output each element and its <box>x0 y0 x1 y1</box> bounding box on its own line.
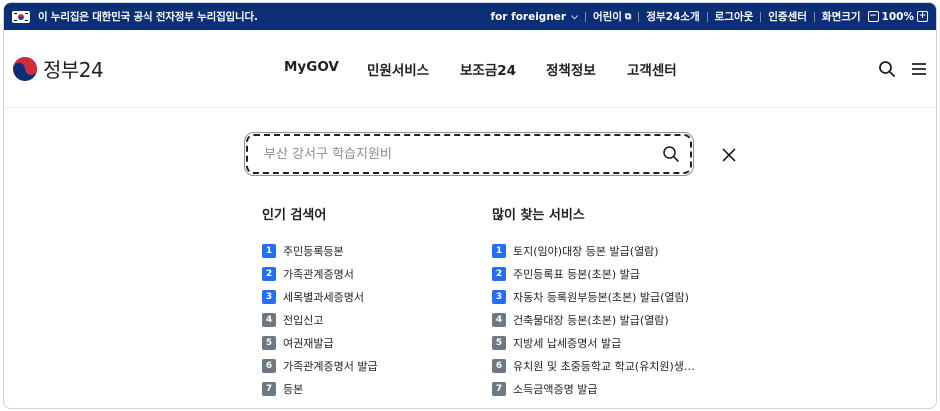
foreigner-link[interactable]: for foreigner ⌵ <box>484 11 585 23</box>
nav-subsidy24[interactable]: 보조금24 <box>460 59 546 79</box>
search-box <box>244 132 694 176</box>
rank-badge: 5 <box>262 335 276 350</box>
list-item[interactable]: 2 가족관계증명서 <box>262 262 462 285</box>
search-input[interactable] <box>264 146 662 162</box>
zoom-out-button[interactable]: − <box>867 11 879 22</box>
rank-badge: 4 <box>492 312 506 327</box>
popular-keywords: 인기 검색어 1 주민등록등본 2 가족관계증명서 3 세목별과세증명서 4 전입신고 … <box>262 204 462 400</box>
chevron-down-icon: ⌵ <box>571 11 578 22</box>
rank-badge: 6 <box>492 358 506 373</box>
kids-link[interactable]: 어린이 ⧉ <box>586 9 638 24</box>
cert-center-link[interactable]: 인증센터 <box>761 9 814 24</box>
list-item[interactable]: 7 등본 <box>262 377 462 400</box>
list-item[interactable]: 1 토지(임야)대장 등본 발급(열람) <box>492 239 712 262</box>
list-item[interactable]: 7 소득금액증명 발급 <box>492 377 712 400</box>
frequent-services: 많이 찾는 서비스 1 토지(임야)대장 등본 발급(열람) 2 주민등록표 등본(… <box>492 204 712 400</box>
list-item[interactable]: 1 주민등록등본 <box>262 239 462 262</box>
utility-links: for foreigner ⌵ 어린이 ⧉ 정부24소개 로그아웃 인증센터 화… <box>484 9 928 24</box>
main-nav: MyGOV 민원서비스 보조금24 정책정보 고객센터 <box>284 59 707 79</box>
nav-civil-service[interactable]: 민원서비스 <box>367 59 460 79</box>
menu-icon[interactable] <box>910 60 928 78</box>
rank-badge: 3 <box>492 289 506 304</box>
logo-text: 정부24 <box>43 58 104 82</box>
rank-badge: 7 <box>262 381 276 396</box>
rank-badge: 5 <box>492 335 506 350</box>
search-submit-icon[interactable] <box>662 145 680 163</box>
gov24-logo-icon <box>13 56 37 81</box>
nav-mygov[interactable]: MyGOV <box>284 59 367 79</box>
korea-flag-icon <box>12 10 30 23</box>
zoom-level: 100% <box>881 10 914 23</box>
list-item[interactable]: 2 주민등록표 등본(초본) 발급 <box>492 262 712 285</box>
page-frame: 이 누리집은 대한민국 공식 전자정부 누리집입니다. for foreigne… <box>3 2 937 409</box>
site-header: 정부24 MyGOV 민원서비스 보조금24 정책정보 고객센터 <box>4 30 936 108</box>
list-item[interactable]: 4 전입신고 <box>262 308 462 331</box>
list-item[interactable]: 4 건축물대장 등본(초본) 발급(열람) <box>492 308 712 331</box>
rank-badge: 3 <box>262 289 276 304</box>
search-icon[interactable] <box>878 60 896 78</box>
popular-title: 인기 검색어 <box>262 208 327 223</box>
logout-link[interactable]: 로그아웃 <box>708 9 761 24</box>
rank-badge: 6 <box>262 358 276 373</box>
external-link-icon: ⧉ <box>624 11 632 22</box>
list-item[interactable]: 6 가족관계증명서 발급 <box>262 354 462 377</box>
screen-size-label: 화면크기 <box>821 11 861 23</box>
zoom-control: − 100% + <box>861 11 928 23</box>
list-item[interactable]: 3 세목별과세증명서 <box>262 285 462 308</box>
rank-badge: 2 <box>492 266 506 281</box>
nav-customer-center[interactable]: 고객센터 <box>627 59 707 79</box>
nav-policy-info[interactable]: 정책정보 <box>546 59 627 79</box>
frequent-title: 많이 찾는 서비스 <box>492 208 585 223</box>
rank-badge: 7 <box>492 381 506 396</box>
rank-badge: 1 <box>262 243 276 258</box>
list-item[interactable]: 6 유치원 및 초중등학교 학교(유치원)생… <box>492 354 712 377</box>
rank-badge: 2 <box>262 266 276 281</box>
list-item[interactable]: 5 여권재발급 <box>262 331 462 354</box>
official-notice: 이 누리집은 대한민국 공식 전자정부 누리집입니다. <box>38 11 258 23</box>
close-icon[interactable] <box>720 146 738 164</box>
rank-badge: 1 <box>492 243 506 258</box>
rank-badge: 4 <box>262 312 276 327</box>
home-logo[interactable]: 정부24 <box>12 54 104 83</box>
about-link[interactable]: 정부24소개 <box>639 9 706 24</box>
zoom-in-button[interactable]: + <box>917 11 928 22</box>
list-item[interactable]: 3 자동차 등록원부등본(초본) 발급(열람) <box>492 285 712 308</box>
list-item[interactable]: 5 지방세 납세증명서 발급 <box>492 331 712 354</box>
header-actions <box>878 60 928 78</box>
gov-banner: 이 누리집은 대한민국 공식 전자정부 누리집입니다. for foreigne… <box>4 3 936 30</box>
